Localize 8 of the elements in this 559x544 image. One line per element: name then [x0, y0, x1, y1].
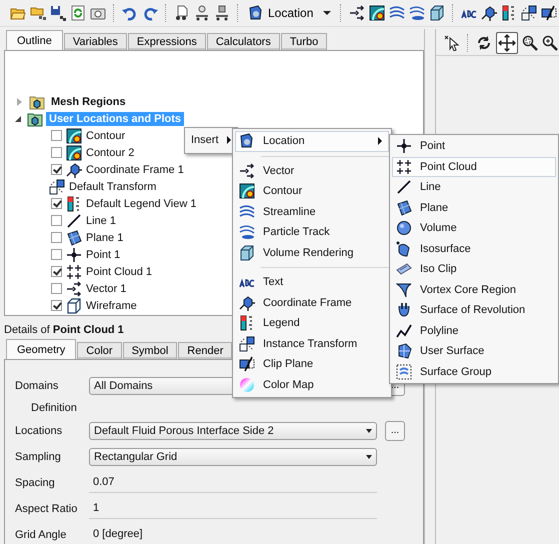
- field-label: Aspect Ratio: [15, 502, 78, 514]
- field-label: Grid Angle: [15, 528, 68, 540]
- field-label: Sampling: [15, 450, 62, 462]
- section-label: Definition: [31, 402, 78, 414]
- details-title: Details of Point Cloud 1: [4, 324, 124, 337]
- field-label: Domains: [15, 380, 60, 392]
- field-label: Locations: [15, 424, 64, 436]
- field-label: Spacing: [15, 476, 56, 488]
